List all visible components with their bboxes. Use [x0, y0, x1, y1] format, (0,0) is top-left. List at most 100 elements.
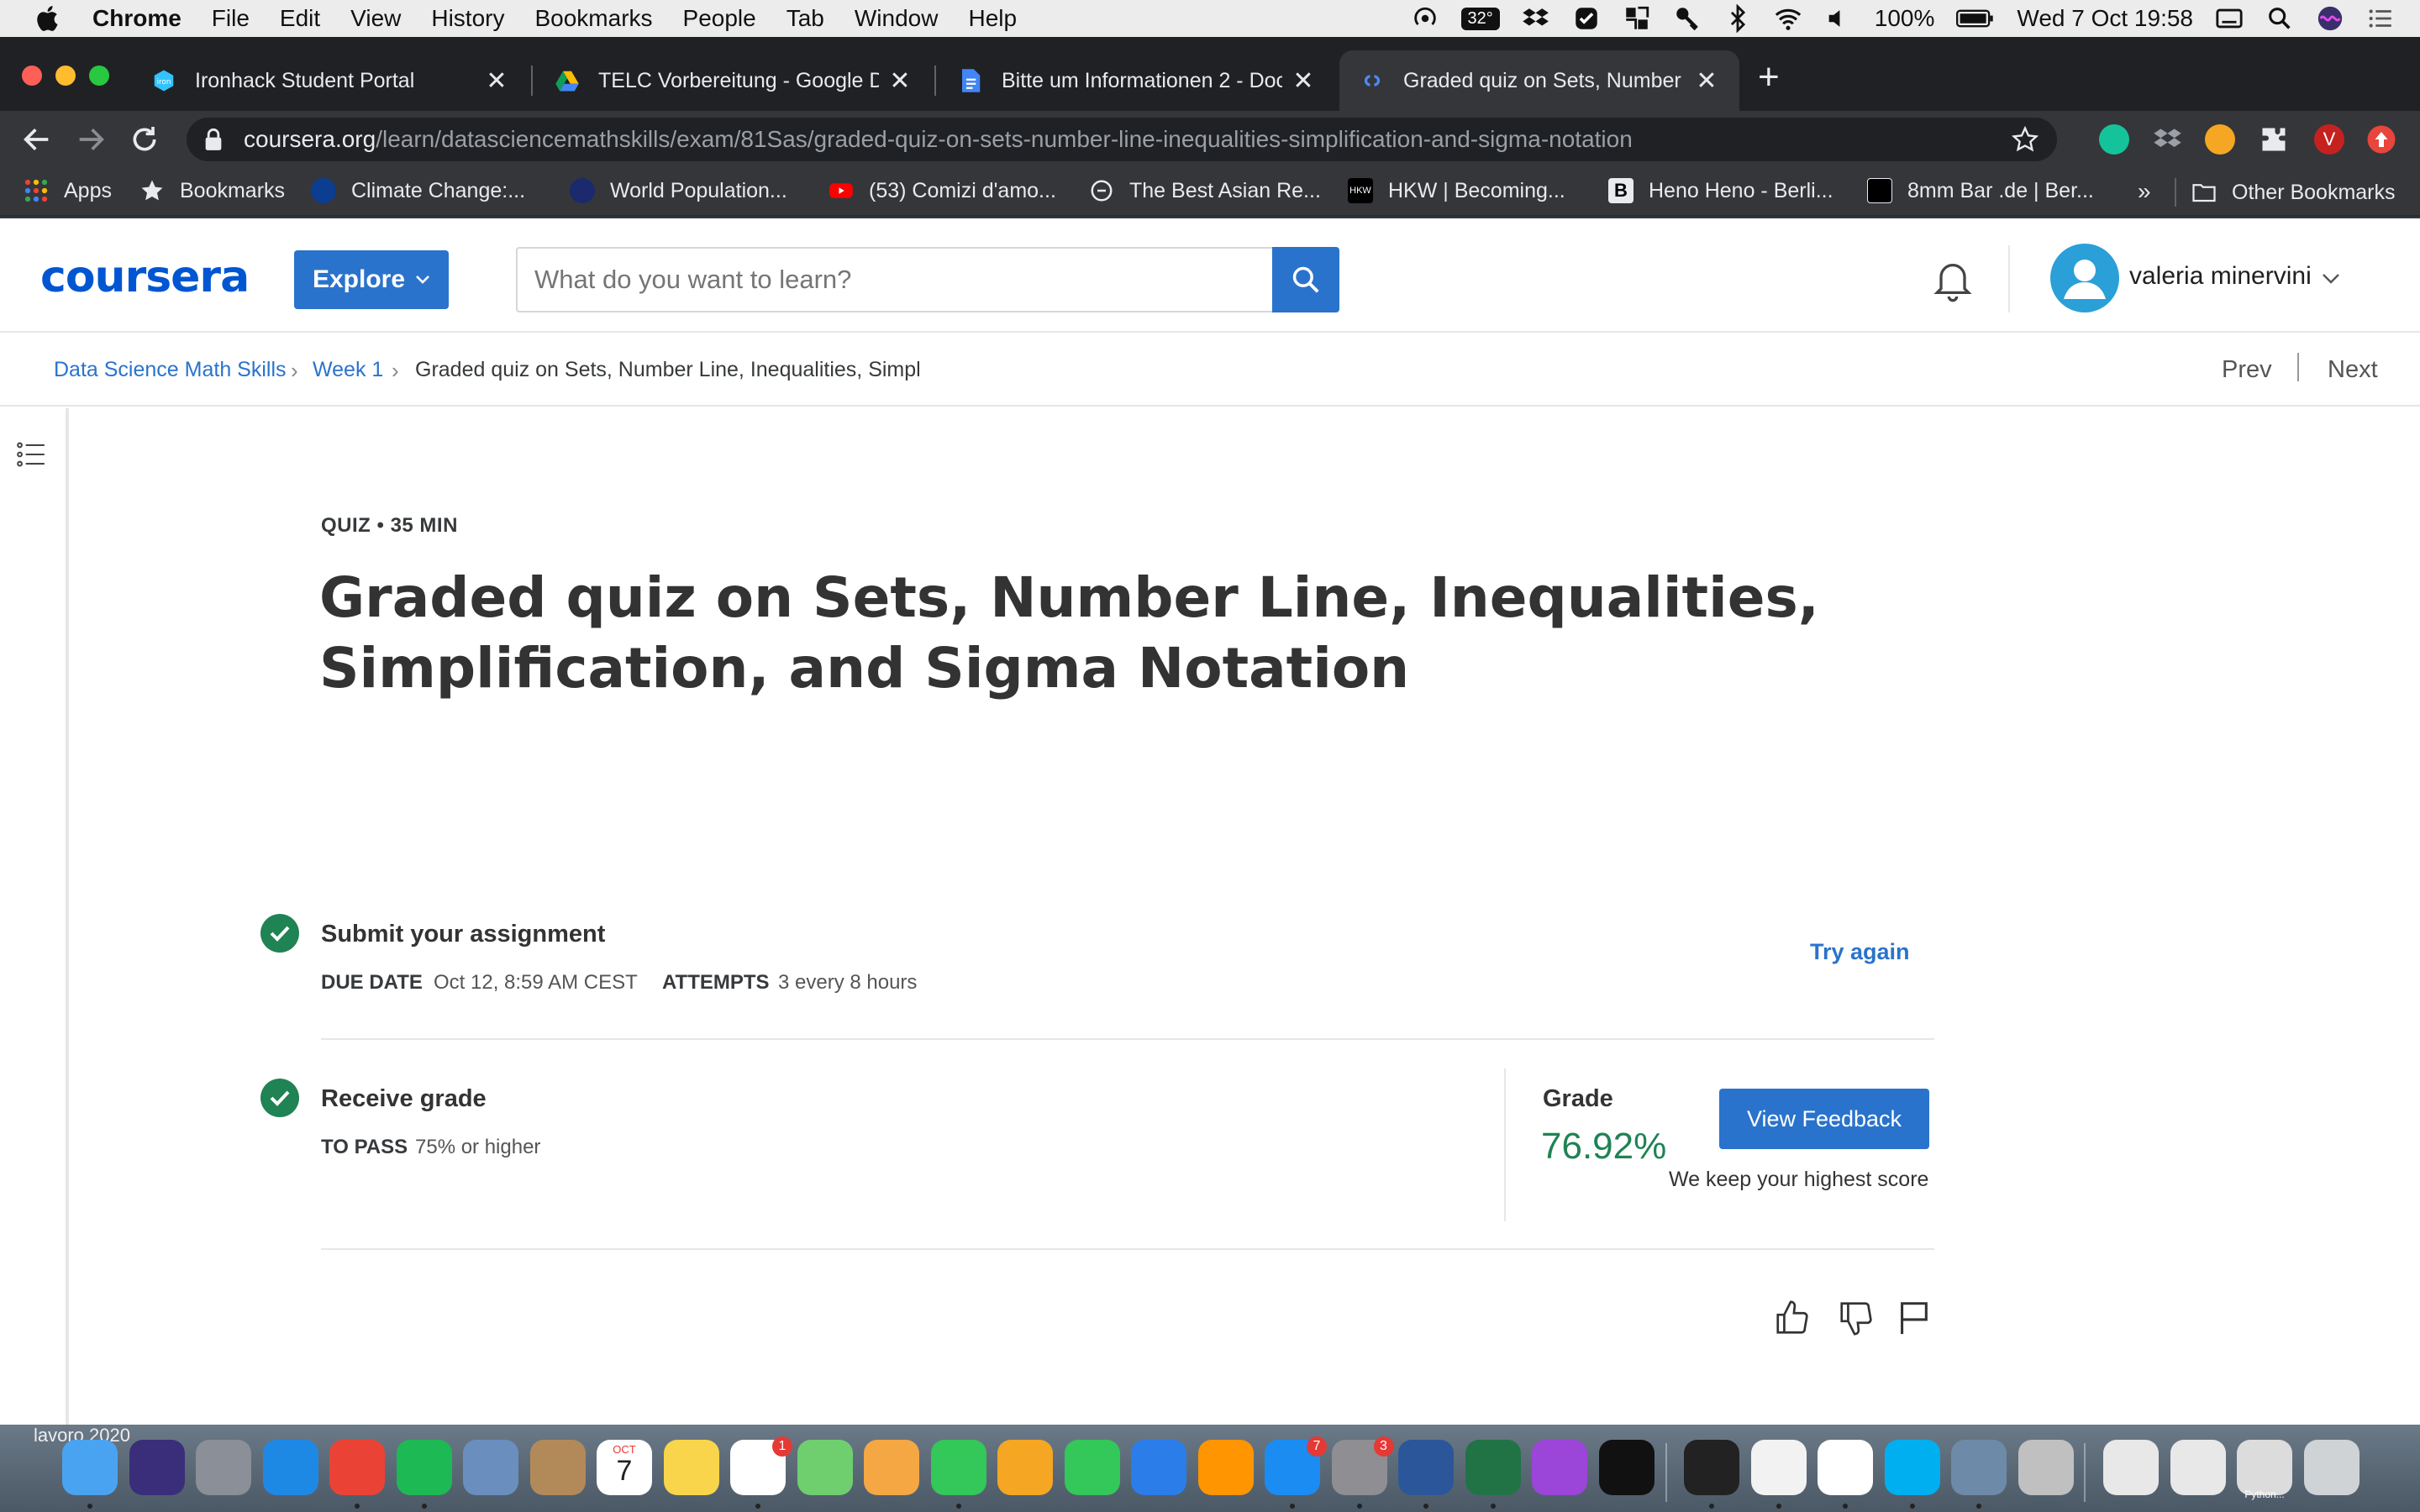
dock-calendar-icon[interactable]: OCT 7	[597, 1440, 652, 1495]
menubar-clock[interactable]: Wed 7 Oct 19:58	[2017, 5, 2193, 32]
next-link[interactable]: Next	[2328, 356, 2378, 384]
bookmark-apps[interactable]: Apps	[24, 178, 112, 203]
dock-image-capture-icon[interactable]	[1951, 1440, 2007, 1495]
window-manager-icon[interactable]	[1623, 4, 1651, 33]
dock-books-icon[interactable]	[1197, 1440, 1254, 1495]
thumbs-up-icon[interactable]	[1773, 1299, 1812, 1337]
user-avatar[interactable]	[2050, 244, 2119, 312]
close-tab-icon[interactable]: ✕	[1694, 66, 1719, 96]
dock-launchpad-icon[interactable]	[196, 1440, 251, 1495]
bookmark-hkw[interactable]: HKW HKW | Becoming...	[1348, 178, 1565, 203]
dock-chrome-icon[interactable]	[329, 1440, 385, 1495]
temperature-badge[interactable]: 32°	[1460, 7, 1500, 30]
browser-tab[interactable]: Bitte um Informationen 2 - Doc ✕	[938, 50, 1336, 111]
key-icon[interactable]	[1673, 4, 1702, 33]
dock-skype-icon[interactable]	[1884, 1440, 1940, 1495]
keyboard-input-icon[interactable]	[2215, 4, 2244, 33]
dock-documents-icon[interactable]	[2103, 1440, 2159, 1495]
dock-word-icon[interactable]	[1398, 1440, 1454, 1495]
zoom-window-button[interactable]	[89, 66, 109, 86]
forward-arrow-icon[interactable]	[74, 123, 108, 156]
dock-excel-icon[interactable]	[1465, 1440, 1521, 1495]
bookmark-youtube-comizi[interactable]: (53) Comizi d'amo...	[829, 178, 1056, 203]
bookmark-heno-heno[interactable]: B Heno Heno - Berli...	[1608, 178, 1833, 203]
spotlight-search-icon[interactable]	[2265, 4, 2294, 33]
extensions-puzzle-icon[interactable]	[2259, 124, 2289, 155]
dock-photos-icon[interactable]	[864, 1440, 919, 1495]
menu-help[interactable]: Help	[968, 5, 1017, 32]
battery-percent[interactable]: 100%	[1875, 5, 1935, 32]
menu-file[interactable]: File	[212, 5, 250, 32]
dock-apple-tv-icon[interactable]	[1598, 1440, 1655, 1495]
dock-messages-icon[interactable]	[930, 1440, 986, 1495]
dock-keynote-icon[interactable]	[1131, 1440, 1186, 1495]
battery-icon[interactable]	[1956, 4, 1995, 33]
bookmark-folder-bookmarks[interactable]: Bookmarks	[139, 178, 285, 203]
update-available-icon[interactable]	[2366, 124, 2396, 155]
honey-extension-icon[interactable]	[2205, 124, 2235, 155]
coursera-logo[interactable]: coursera	[40, 252, 250, 302]
dock-preview-bird-icon[interactable]	[463, 1440, 518, 1495]
dropbox-icon[interactable]	[1522, 4, 1550, 33]
menu-people[interactable]: People	[683, 5, 756, 32]
dropbox-extension-icon[interactable]	[2153, 124, 2183, 155]
try-again-link[interactable]: Try again	[1810, 939, 1910, 965]
breadcrumb-week-link[interactable]: Week 1	[313, 358, 383, 382]
explore-button[interactable]: Explore	[294, 250, 449, 309]
menu-window[interactable]: Window	[855, 5, 939, 32]
menu-app-name[interactable]: Chrome	[92, 5, 182, 32]
bookmarks-overflow-chevron[interactable]: »	[2138, 178, 2151, 205]
browser-tab[interactable]: TELC Vorbereitung - Google Dr ✕	[534, 50, 933, 111]
close-tab-icon[interactable]: ✕	[484, 66, 509, 96]
bookmark-climate-change[interactable]: Climate Change:...	[311, 178, 525, 203]
notification-center-icon[interactable]	[2366, 4, 2395, 33]
dock-finder-icon[interactable]	[62, 1440, 118, 1495]
volume-icon[interactable]	[1824, 4, 1853, 33]
menu-tab[interactable]: Tab	[786, 5, 824, 32]
prev-link[interactable]: Prev	[2222, 356, 2272, 384]
breadcrumb-course-link[interactable]: Data Science Math Skills	[54, 358, 287, 382]
dock-numbers-icon[interactable]	[1064, 1440, 1120, 1495]
lock-icon[interactable]	[203, 128, 224, 151]
dock-downloads-icon[interactable]	[2170, 1440, 2226, 1495]
grammarly-extension-icon[interactable]	[2099, 124, 2129, 155]
dock-safari-icon[interactable]	[262, 1440, 318, 1495]
dock-python-window-icon[interactable]: Python...	[2237, 1440, 2292, 1500]
back-arrow-icon[interactable]	[20, 123, 54, 156]
search-input[interactable]	[516, 247, 1272, 312]
minimize-window-button[interactable]	[55, 66, 76, 86]
dock-terminal-icon[interactable]	[1684, 1440, 1739, 1495]
new-tab-button[interactable]: +	[1758, 59, 1780, 96]
apple-logo-icon[interactable]	[34, 3, 64, 34]
dock-disk-utility-icon[interactable]	[2018, 1440, 2074, 1495]
browser-tab-active[interactable]: Graded quiz on Sets, Number L ✕	[1339, 50, 1739, 111]
close-window-button[interactable]	[22, 66, 42, 86]
siri-icon[interactable]	[2316, 4, 2344, 33]
checkmark-app-icon[interactable]	[1572, 4, 1601, 33]
other-bookmarks-folder[interactable]: Other Bookmarks	[2175, 178, 2396, 207]
dock-trash-icon[interactable]	[2303, 1440, 2360, 1495]
thumbs-down-icon[interactable]	[1837, 1299, 1876, 1337]
bookmark-world-population[interactable]: World Population...	[570, 178, 787, 203]
bookmark-8mm-bar[interactable]: 8mm Bar .de | Ber...	[1867, 178, 2094, 203]
user-menu-chevron-icon[interactable]	[2321, 270, 2341, 287]
user-name[interactable]: valeria minervini	[2129, 262, 2312, 291]
menu-view[interactable]: View	[350, 5, 401, 32]
search-button[interactable]	[1272, 247, 1339, 312]
dock-notes-icon[interactable]	[663, 1440, 719, 1495]
dock-siri-icon[interactable]	[129, 1440, 185, 1495]
bookmark-best-asian[interactable]: The Best Asian Re...	[1089, 178, 1321, 203]
dock-podcasts-icon[interactable]	[1532, 1440, 1587, 1495]
browser-tab[interactable]: iron Ironhack Student Portal ✕	[131, 50, 529, 111]
menu-bookmarks[interactable]: Bookmarks	[534, 5, 652, 32]
view-feedback-button[interactable]: View Feedback	[1719, 1089, 1929, 1149]
close-tab-icon[interactable]: ✕	[1291, 66, 1316, 96]
bluetooth-icon[interactable]	[1723, 4, 1752, 33]
notifications-bell-icon[interactable]	[1929, 255, 1976, 302]
dock-spotify-icon[interactable]	[396, 1440, 452, 1495]
airdrop-icon[interactable]	[1411, 4, 1439, 33]
address-bar[interactable]: coursera.org/learn/datasciencemathskills…	[187, 118, 2057, 161]
wifi-icon[interactable]	[1774, 4, 1802, 33]
close-tab-icon[interactable]: ✕	[887, 66, 913, 96]
report-flag-icon[interactable]	[1894, 1299, 1933, 1337]
